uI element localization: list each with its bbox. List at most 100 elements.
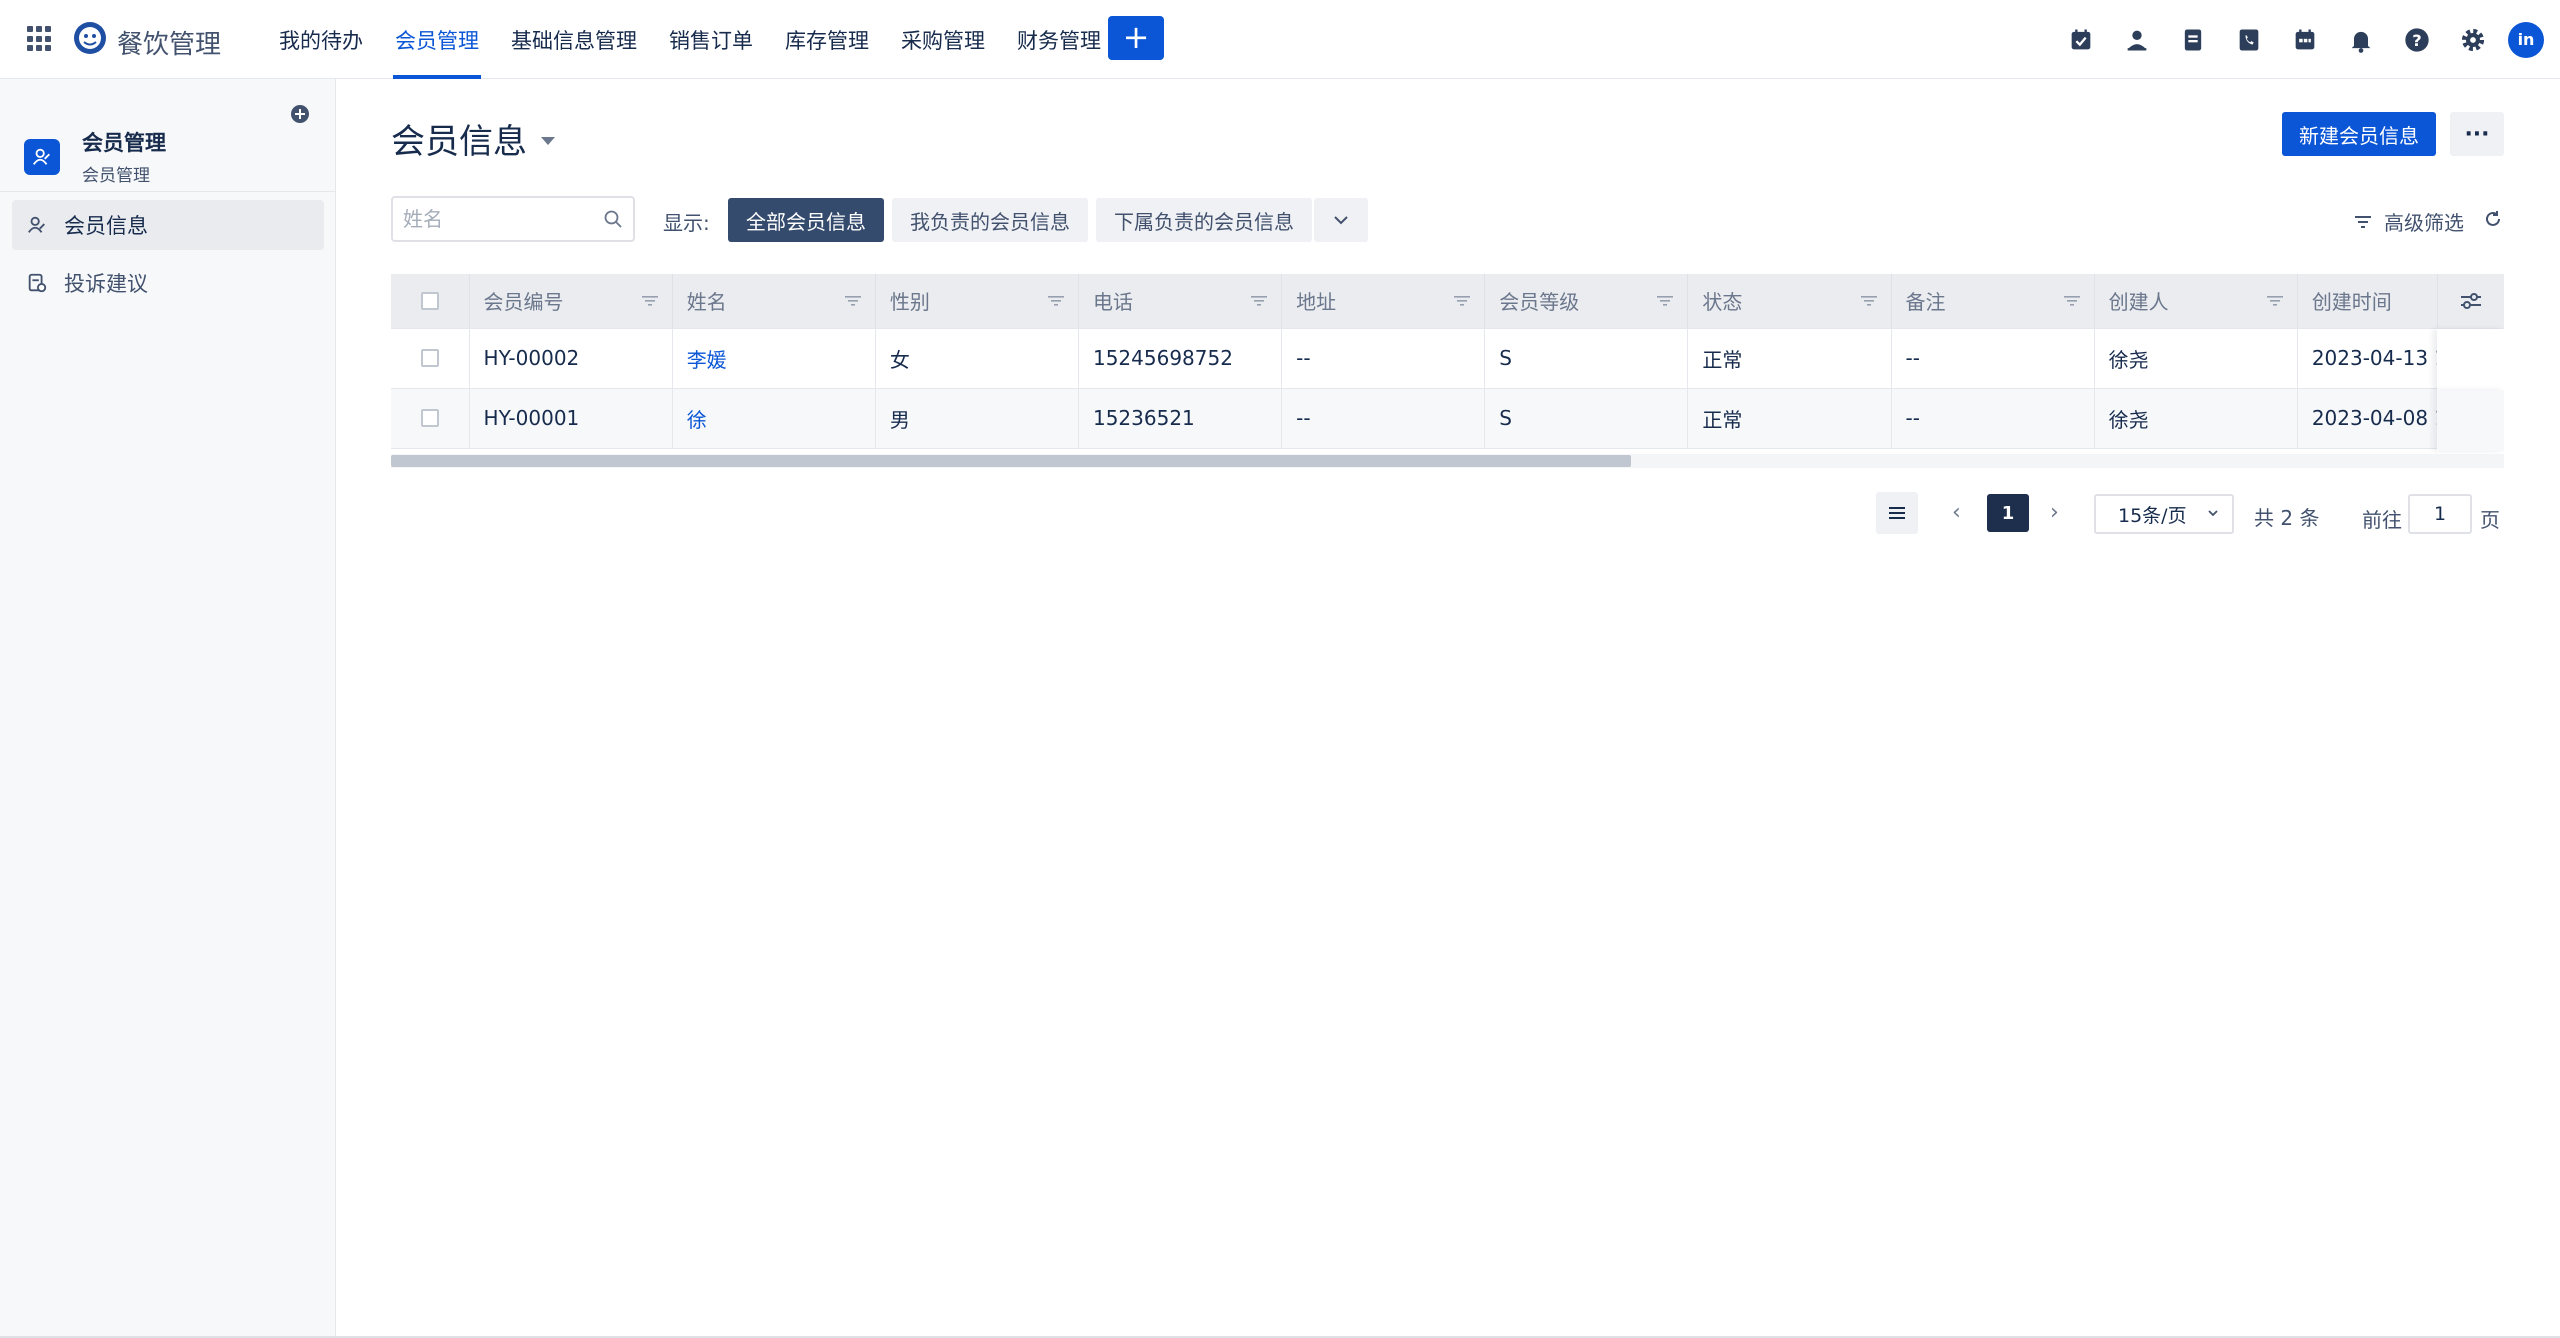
add-circle-icon[interactable] (290, 104, 310, 124)
column-filter-icon[interactable] (1860, 295, 1877, 307)
caret-down-icon[interactable] (541, 136, 555, 145)
app-title: 餐饮管理 (117, 30, 222, 60)
sidebar: 会员管理 会员管理 会员信息 投诉建议 (0, 79, 336, 1338)
list-view-button[interactable] (1876, 492, 1918, 534)
column-filter-icon[interactable] (1657, 295, 1674, 307)
filter-all-members[interactable]: 全部会员信息 (728, 198, 884, 242)
column-header[interactable]: 会员编号 (469, 274, 673, 329)
cell-remark: -- (1891, 328, 2095, 389)
column-filter-icon[interactable] (641, 295, 658, 307)
column-filter-icon[interactable] (1251, 295, 1268, 307)
advanced-filter-button[interactable]: 高级筛选 (2354, 207, 2464, 236)
cell-gender: 男 (875, 388, 1079, 449)
page-suffix-label: 页 (2480, 508, 2500, 532)
table-row[interactable]: HY-00002 李媛 女 15245698752 -- S 正常 -- 徐尧 … (391, 328, 2504, 389)
chevron-down-icon (2208, 510, 2218, 517)
top-navigation-bar: 餐饮管理 我的待办 会员管理 基础信息管理 销售订单 库存管理 采购管理 财务管… (0, 0, 2560, 79)
member-module-icon (24, 138, 60, 175)
nav-item-inventory[interactable]: 库存管理 (769, 0, 885, 79)
horizontal-scroll-thumb[interactable] (391, 455, 1631, 467)
table-row[interactable]: HY-00001 徐 男 15236521 -- S 正常 -- 徐尧 2023… (391, 388, 2504, 449)
row-actions-cell (2437, 329, 2504, 390)
bell-icon[interactable] (2346, 25, 2376, 55)
nav-item-purchasing[interactable]: 采购管理 (885, 0, 1001, 79)
filter-icon (2355, 215, 2371, 228)
column-filter-icon[interactable] (2063, 295, 2080, 307)
calendar-check-icon[interactable] (2066, 25, 2096, 55)
column-filter-icon[interactable] (2266, 295, 2283, 307)
sidebar-item-label: 投诉建议 (64, 272, 148, 296)
create-button[interactable]: + (1108, 16, 1164, 60)
column-header[interactable]: 备注 (1891, 274, 2095, 329)
cell-member-name-link[interactable]: 徐 (672, 388, 876, 449)
filter-my-members[interactable]: 我负责的会员信息 (892, 198, 1088, 242)
page-size-select[interactable]: 15条/页 (2094, 494, 2234, 534)
cell-phone: 15236521 (1078, 388, 1283, 449)
column-header[interactable]: 会员等级 (1484, 274, 1689, 329)
search-icon[interactable] (603, 209, 623, 229)
column-filter-icon[interactable] (844, 295, 861, 307)
search-input[interactable] (393, 198, 593, 240)
column-filter-icon[interactable] (1454, 295, 1471, 307)
column-filter-icon[interactable] (1047, 295, 1064, 307)
sidebar-item-member-info[interactable]: 会员信息 (12, 200, 324, 250)
cell-creator: 徐尧 (2094, 328, 2298, 389)
filter-subordinate-members[interactable]: 下属负责的会员信息 (1096, 198, 1312, 242)
nav-item-basic-info[interactable]: 基础信息管理 (495, 0, 653, 79)
more-actions-button[interactable]: ··· (2450, 112, 2504, 156)
row-checkbox[interactable] (420, 349, 439, 367)
new-member-button[interactable]: 新建会员信息 (2282, 112, 2436, 156)
app-switcher-icon[interactable] (27, 26, 53, 52)
nav-item-todo[interactable]: 我的待办 (263, 0, 379, 79)
header-checkbox-cell[interactable] (391, 274, 470, 329)
cell-phone: 15245698752 (1078, 328, 1283, 389)
select-all-checkbox[interactable] (420, 291, 439, 310)
row-checkbox-cell[interactable] (391, 328, 470, 389)
column-header[interactable]: 创建人 (2094, 274, 2298, 329)
contact-icon[interactable] (2122, 25, 2152, 55)
gear-icon[interactable] (2458, 25, 2488, 55)
page-title[interactable]: 会员信息 (391, 114, 555, 163)
help-icon[interactable]: ? (2402, 25, 2432, 55)
sidebar-subtitle: 会员管理 (82, 166, 150, 186)
sliders-icon (2461, 293, 2481, 309)
column-header[interactable]: 地址 (1281, 274, 1486, 329)
cell-member-id: HY-00002 (469, 328, 673, 389)
feedback-doc-icon (28, 273, 47, 293)
search-field[interactable] (391, 196, 635, 242)
list-icon (1889, 507, 1905, 519)
nav-item-sales-orders[interactable]: 销售订单 (653, 0, 769, 79)
nav-item-member-management[interactable]: 会员管理 (379, 0, 495, 79)
cell-address: -- (1281, 328, 1486, 389)
cell-address: -- (1281, 388, 1486, 449)
column-header[interactable]: 姓名 (672, 274, 876, 329)
calendar-icon[interactable] (2290, 25, 2320, 55)
horizontal-scrollbar[interactable] (391, 454, 2504, 468)
cell-status: 正常 (1687, 388, 1892, 449)
phone-icon[interactable] (2234, 25, 2264, 55)
row-checkbox[interactable] (420, 409, 439, 427)
more-filters-button[interactable] (1314, 198, 1368, 242)
column-header[interactable]: 状态 (1687, 274, 1892, 329)
row-checkbox-cell[interactable] (391, 388, 470, 449)
prev-page-button[interactable]: ‹ (1952, 500, 1961, 525)
column-header[interactable]: 性别 (875, 274, 1079, 329)
page-number-current[interactable]: 1 (1987, 494, 2029, 532)
cell-member-name-link[interactable]: 李媛 (672, 328, 876, 389)
user-avatar[interactable]: in (2508, 21, 2544, 58)
column-header[interactable]: 电话 (1078, 274, 1283, 329)
chevron-down-icon (1334, 216, 1348, 225)
nav-item-finance[interactable]: 财务管理 (1001, 0, 1117, 79)
goto-page-input[interactable]: 1 (2408, 494, 2472, 534)
sidebar-item-complaints[interactable]: 投诉建议 (12, 258, 324, 308)
goto-label: 前往 (2362, 508, 2402, 532)
document-icon[interactable] (2178, 25, 2208, 55)
cell-gender: 女 (875, 328, 1079, 389)
refresh-icon[interactable] (2484, 210, 2502, 228)
sidebar-divider (0, 191, 335, 192)
page-size-value: 15条/页 (2118, 504, 2187, 527)
cell-member-level: S (1484, 388, 1689, 449)
column-settings-button[interactable] (2437, 274, 2504, 328)
next-page-button[interactable]: › (2050, 500, 2059, 525)
row-actions-cell (2437, 390, 2504, 451)
